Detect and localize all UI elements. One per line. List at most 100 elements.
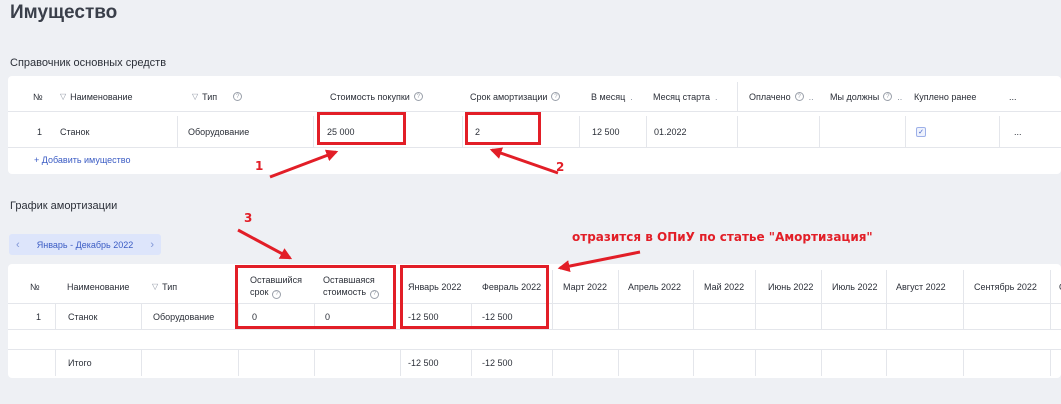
col-type[interactable]: ▽ Тип: [141, 270, 238, 303]
help-icon[interactable]: ?: [551, 92, 561, 101]
row-month-value: [693, 304, 755, 329]
row-bought-earlier[interactable]: ✓: [905, 116, 999, 147]
more-icon[interactable]: .: [630, 92, 633, 102]
total-month-value: [552, 350, 618, 376]
row-month-value: -12 500: [471, 304, 552, 329]
filter-icon[interactable]: ▽: [60, 92, 66, 101]
col-num: №: [33, 91, 43, 102]
row-month-value: [755, 304, 821, 329]
col-bought-earlier[interactable]: Куплено ранее: [905, 82, 999, 111]
col-more[interactable]: ...: [999, 82, 1039, 111]
col-month: Июль 2022: [821, 270, 886, 303]
chevron-left-icon[interactable]: ‹: [16, 239, 20, 251]
arrow-to-remaining: [237, 228, 293, 260]
row-type: Оборудование: [141, 304, 238, 329]
total-month-value: [963, 350, 1050, 376]
help-icon[interactable]: ?: [794, 92, 804, 101]
col-per-month[interactable]: В месяц.: [579, 82, 646, 111]
schedule-section-title: График амортизации: [10, 200, 118, 212]
total-num: [8, 350, 55, 376]
col-purchase-cost[interactable]: Стоимость покупки?: [313, 82, 462, 111]
row-purchase-cost[interactable]: 25 000: [313, 116, 462, 147]
col-month: Март 2022: [552, 270, 618, 303]
total-month-value: -12 500: [471, 350, 552, 376]
more-icon[interactable]: ..: [809, 92, 814, 102]
total-month-value: [821, 350, 886, 376]
help-icon[interactable]: ?: [233, 92, 243, 101]
row-paid[interactable]: [737, 116, 819, 147]
col-month: Январь 2022: [400, 270, 471, 303]
annotation-number-3: 3: [244, 211, 253, 225]
col-month: О: [1050, 270, 1061, 303]
schedule-table: № Наименование ▽ Тип Оставшийся срок? Оста…: [8, 264, 1061, 378]
table-row[interactable]: 1 Станок Оборудование 0 0 -12 500 -12 50…: [8, 304, 1061, 330]
spacer-row: [8, 330, 1061, 350]
total-month-value: -12 500: [400, 350, 471, 376]
row-month-value: [618, 304, 693, 329]
col-num: №: [30, 281, 40, 292]
total-month-value: [755, 350, 821, 376]
row-month-value: -12 500: [400, 304, 471, 329]
annotation-note: отразится в ОПиУ по статье "Амортизация": [572, 230, 873, 244]
total-label: Итого: [55, 350, 141, 376]
col-we-owe[interactable]: Мы должны?..: [819, 82, 905, 111]
filter-icon[interactable]: ▽: [192, 92, 198, 101]
row-name: Станок: [55, 304, 141, 329]
total-month-value: [693, 350, 755, 376]
col-amort-period[interactable]: Срок амортизации?: [462, 82, 579, 111]
more-icon[interactable]: .: [715, 92, 718, 102]
annotation-number-1: 1: [255, 159, 264, 173]
help-icon[interactable]: ?: [370, 289, 380, 299]
col-remaining-cost[interactable]: Оставшаяся стоимость?: [314, 270, 400, 303]
annotation-number-2: 2: [556, 160, 565, 174]
col-start-month[interactable]: Месяц старта.: [646, 82, 737, 111]
help-icon[interactable]: ?: [272, 289, 282, 299]
col-month: Февраль 2022: [482, 281, 542, 292]
row-per-month: 12 500: [579, 116, 646, 147]
col-type[interactable]: ▽ Тип?: [177, 82, 313, 111]
row-amort-period[interactable]: 2: [462, 116, 579, 147]
col-paid[interactable]: Оплачено?..: [737, 82, 819, 111]
row-start-month[interactable]: 01.2022: [646, 116, 737, 147]
total-remaining-term: [238, 350, 314, 376]
row-month-value: [963, 304, 1050, 329]
row-more[interactable]: ...: [999, 116, 1039, 147]
row-num: 1: [37, 126, 43, 137]
col-month: Сентябрь 2022: [963, 270, 1050, 303]
row-num: 1: [36, 311, 42, 322]
period-label[interactable]: Январь - Декабрь 2022: [37, 240, 133, 250]
row-month-value: [886, 304, 963, 329]
more-icon[interactable]: ..: [897, 92, 902, 102]
row-we-owe[interactable]: [819, 116, 905, 147]
page-title: Имущество: [10, 2, 118, 23]
assets-table-header: № ▽ Наименование ▽ Тип? Стоимость покупки?…: [8, 82, 1061, 112]
chevron-right-icon[interactable]: ›: [150, 239, 154, 251]
total-month-value: [1050, 350, 1061, 376]
row-remaining-term: 0: [238, 304, 314, 329]
col-name[interactable]: Наименование: [55, 270, 141, 303]
col-name[interactable]: ▽ Наименование: [44, 82, 177, 111]
help-icon[interactable]: ?: [883, 92, 893, 101]
total-row: Итого -12 500 -12 500: [8, 350, 1061, 376]
col-month: Май 2022: [693, 270, 755, 303]
total-remaining-cost: [314, 350, 400, 376]
filter-icon[interactable]: ▽: [152, 282, 158, 291]
total-type: [141, 350, 238, 376]
assets-table: № ▽ Наименование ▽ Тип? Стоимость покупки?…: [8, 76, 1061, 174]
col-month: Июнь 2022: [755, 270, 821, 303]
row-remaining-cost: 0: [314, 304, 400, 329]
checkbox-bought-earlier[interactable]: ✓: [916, 126, 926, 137]
period-selector[interactable]: ‹ Январь - Декабрь 2022 ›: [9, 234, 161, 255]
col-month: Август 2022: [886, 270, 963, 303]
col-month: Апрель 2022: [618, 270, 693, 303]
row-name[interactable]: Станок: [44, 116, 177, 147]
add-asset-link[interactable]: + Добавить имущество: [34, 155, 130, 165]
schedule-table-header: № Наименование ▽ Тип Оставшийся срок? Оста…: [8, 270, 1061, 304]
table-row[interactable]: 1 Станок Оборудование 25 000 2 12 500 01…: [8, 116, 1061, 148]
assets-section-title: Справочник основных средств: [10, 57, 167, 69]
col-remaining-term[interactable]: Оставшийся срок?: [238, 270, 314, 303]
help-icon[interactable]: ?: [413, 92, 423, 101]
total-month-value: [886, 350, 963, 376]
row-type[interactable]: Оборудование: [177, 116, 313, 147]
row-month-value: [1050, 304, 1061, 329]
